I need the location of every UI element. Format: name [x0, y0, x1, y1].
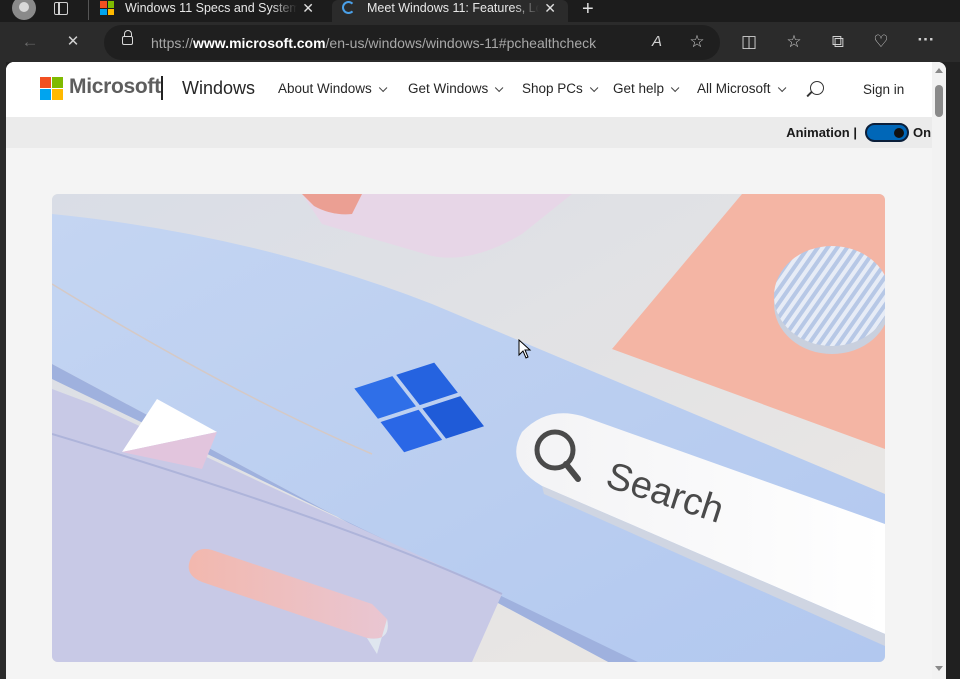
- tab-actions-icon[interactable]: [54, 2, 68, 15]
- animation-state: On: [913, 125, 932, 140]
- animation-bar: Animation | On: [6, 117, 932, 148]
- nav-label: Get help: [613, 81, 665, 96]
- web-page: Microsoft Windows About Windows Get Wind…: [6, 62, 946, 679]
- lock-icon[interactable]: [122, 30, 133, 45]
- scroll-up-icon[interactable]: [935, 68, 943, 73]
- product-title[interactable]: Windows: [182, 78, 255, 99]
- nav-all-microsoft[interactable]: All Microsoft: [697, 81, 786, 96]
- url-path: /en-us/windows/windows-11#pchealthcheck: [325, 35, 597, 51]
- collections-icon[interactable]: ⧉: [827, 32, 849, 52]
- split-screen-icon[interactable]: ◫: [738, 32, 760, 52]
- tab-close-icon[interactable]: ✕: [544, 0, 556, 17]
- url-scheme: https://: [151, 35, 194, 51]
- microsoft-favicon-icon: [100, 1, 114, 15]
- favorites-icon[interactable]: ☆: [783, 32, 805, 52]
- nav-label: Get Windows: [408, 81, 489, 96]
- brand-divider: [161, 76, 163, 100]
- chevron-down-icon: [777, 83, 786, 93]
- scrollbar-thumb[interactable]: [935, 85, 943, 117]
- page-content: Search: [6, 148, 932, 679]
- address-bar[interactable]: https://www.microsoft.com/en-us/windows/…: [104, 25, 720, 60]
- tab-title: Meet Windows 11: Features, Look and Feel: [367, 1, 539, 15]
- nav-label: All Microsoft: [697, 81, 771, 96]
- site-header: Microsoft Windows About Windows Get Wind…: [6, 62, 932, 117]
- browser-toolbar: ← ✕ https://www.microsoft.com/en-us/wind…: [0, 22, 960, 62]
- scroll-down-icon[interactable]: [935, 666, 943, 671]
- microsoft-logo-icon[interactable]: [40, 77, 63, 100]
- hero-image: Search: [52, 194, 885, 662]
- url-host: www.microsoft.com: [193, 35, 326, 51]
- read-aloud-icon[interactable]: A: [646, 32, 668, 52]
- microsoft-brand[interactable]: Microsoft: [69, 75, 161, 99]
- tab-windows-specs[interactable]: Windows 11 Specs and System Requirements…: [90, 0, 326, 22]
- tab-separator: [88, 0, 89, 20]
- loading-favicon-icon: [342, 1, 355, 14]
- profile-avatar[interactable]: [12, 0, 36, 20]
- browser-essentials-icon[interactable]: ♡: [870, 32, 892, 52]
- nav-about-windows[interactable]: About Windows: [278, 81, 388, 96]
- nav-shop-pcs[interactable]: Shop PCs: [522, 81, 599, 96]
- tab-strip: Windows 11 Specs and System Requirements…: [0, 0, 960, 22]
- animation-label: Animation |: [786, 125, 857, 140]
- chevron-down-icon: [589, 83, 599, 93]
- tab-meet-windows-11[interactable]: Meet Windows 11: Features, Look and Feel…: [332, 0, 568, 22]
- back-icon[interactable]: ←: [19, 32, 41, 52]
- search-icon[interactable]: [810, 81, 824, 95]
- hero-illustration: Search: [52, 194, 885, 662]
- nav-get-help[interactable]: Get help: [613, 81, 680, 96]
- more-options-icon[interactable]: ···: [915, 30, 937, 50]
- nav-label: About Windows: [278, 81, 372, 96]
- chevron-down-icon: [670, 83, 680, 93]
- animation-toggle[interactable]: [865, 123, 909, 142]
- new-tab-button[interactable]: +: [582, 0, 594, 21]
- chevron-down-icon: [378, 83, 388, 93]
- sign-in-link[interactable]: Sign in: [863, 82, 904, 97]
- tab-close-icon[interactable]: ✕: [302, 0, 314, 17]
- favorite-star-icon[interactable]: ☆: [686, 32, 708, 52]
- mouse-cursor-icon: [518, 339, 532, 359]
- stop-loading-icon[interactable]: ✕: [62, 32, 84, 52]
- tab-title: Windows 11 Specs and System Requirements: [125, 1, 297, 15]
- chevron-down-icon: [495, 83, 504, 93]
- address-url[interactable]: https://www.microsoft.com/en-us/windows/…: [151, 35, 596, 51]
- nav-label: Shop PCs: [522, 81, 583, 96]
- page-scrollbar[interactable]: [932, 62, 946, 679]
- nav-get-windows[interactable]: Get Windows: [408, 81, 504, 96]
